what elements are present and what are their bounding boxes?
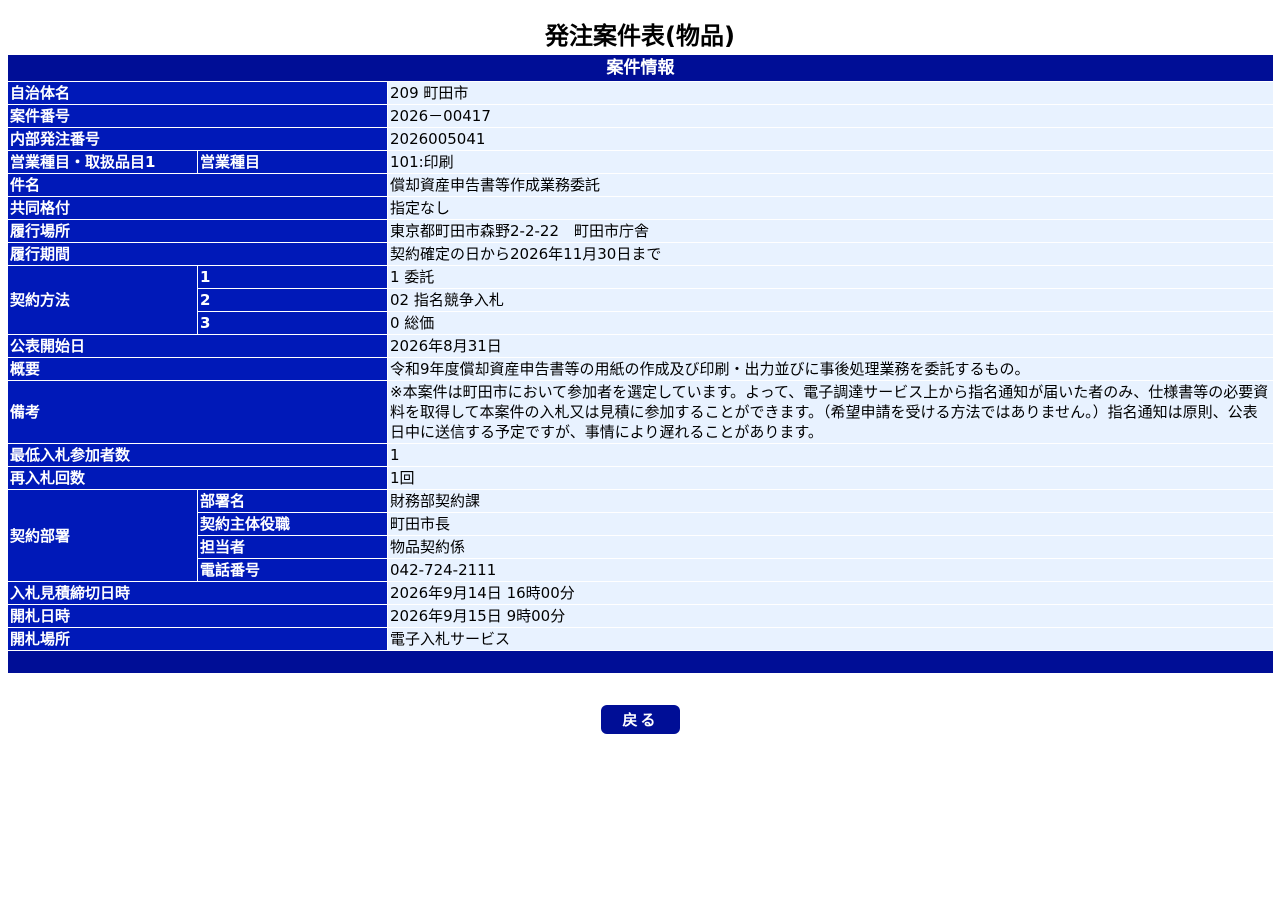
row-value-kohyo: 2026年8月31日 <box>386 334 1275 358</box>
row-value-sainyusatsu: 1回 <box>386 466 1275 490</box>
row-label-hoho: 契約方法 <box>7 265 198 335</box>
table-row: 自治体名 209 町田市 <box>7 81 1275 105</box>
row-label-sainyusatsu: 再入札回数 <box>7 466 388 490</box>
table-row: 3 0 総価 <box>8 311 1275 335</box>
table-row: 備考 ※本案件は町田市において参加者を選定しています。よって、電子調達サービス上… <box>7 380 1275 444</box>
table-row: 再入札回数 1回 <box>7 466 1275 490</box>
table-header-row: 案件情報 <box>6 54 1275 82</box>
row-label-naibu-bango: 内部発注番号 <box>7 127 388 151</box>
row-label-gaiyo: 概要 <box>7 357 388 381</box>
table-row: 2 02 指名競争入札 <box>8 288 1275 312</box>
busho-value-1: 財務部契約課 <box>386 489 1275 513</box>
section-header: 案件情報 <box>6 54 1275 82</box>
busho-value-4: 042-724-2111 <box>386 558 1275 582</box>
case-info-table: 案件情報 自治体名 209 町田市 案件番号 2026－00417 内部発注番号… <box>6 54 1275 674</box>
row-label-jichitai: 自治体名 <box>7 81 388 105</box>
row-value-naibu-bango: 2026005041 <box>386 127 1275 151</box>
row-sublabel-eigyo: 営業種目 <box>197 150 388 174</box>
row-value-jichitai: 209 町田市 <box>386 81 1275 105</box>
row-value-eigyo: 101:印刷 <box>386 150 1275 174</box>
busho-sublabel-4: 電話番号 <box>197 558 388 582</box>
table-row: 内部発注番号 2026005041 <box>7 127 1275 151</box>
row-value-kaisatsu-basho: 電子入札サービス <box>386 627 1275 651</box>
table-row: 案件番号 2026－00417 <box>7 104 1275 128</box>
table-row: 共同格付 指定なし <box>7 196 1275 220</box>
table-row: 契約主体役職 町田市長 <box>8 512 1275 536</box>
row-value-basho: 東京都町田市森野2-2-22 町田市庁舎 <box>386 219 1275 243</box>
busho-sublabel-2: 契約主体役職 <box>197 512 388 536</box>
table-row: 入札見積締切日時 2026年9月14日 16時00分 <box>7 581 1275 605</box>
busho-value-3: 物品契約係 <box>386 535 1275 559</box>
table-row: 契約方法 1 1 委託 <box>7 265 1275 335</box>
table-row: 担当者 物品契約係 <box>8 535 1275 559</box>
table-row: 履行期間 契約確定の日から2026年11月30日まで <box>7 242 1275 266</box>
table-row: 最低入札参加者数 1 <box>7 443 1275 467</box>
row-value-gaiyo: 令和9年度償却資産申告書等の用紙の作成及び印刷・出力並びに事後処理業務を委託する… <box>386 357 1275 381</box>
row-value-biko: ※本案件は町田市において参加者を選定しています。よって、電子調達サービス上から指… <box>386 380 1275 444</box>
row-value-shimekiri: 2026年9月14日 16時00分 <box>386 581 1275 605</box>
table-row: 開札日時 2026年9月15日 9時00分 <box>7 604 1275 628</box>
row-label-kaisatsu-basho: 開札場所 <box>7 627 388 651</box>
row-label-eigyo: 営業種目・取扱品目1 <box>7 150 198 174</box>
hoho-value-1: 1 委託 <box>386 265 1275 289</box>
page: 発注案件表(物品) 案件情報 自治体名 209 町田市 案件番号 2026－00… <box>0 0 1280 900</box>
back-button[interactable]: 戻る <box>601 705 680 734</box>
busho-sublabel-1: 部署名 <box>197 489 388 513</box>
row-label-saitei: 最低入札参加者数 <box>7 443 388 467</box>
row-value-anken-bango: 2026－00417 <box>386 104 1275 128</box>
table-row: 電話番号 042-724-2111 <box>8 558 1275 582</box>
table-row: 履行場所 東京都町田市森野2-2-22 町田市庁舎 <box>7 219 1275 243</box>
row-label-kohyo: 公表開始日 <box>7 334 388 358</box>
hoho-value-2: 02 指名競争入札 <box>386 288 1275 312</box>
table-row: 概要 令和9年度償却資産申告書等の用紙の作成及び印刷・出力並びに事後処理業務を委… <box>7 357 1275 381</box>
table-row: 公表開始日 2026年8月31日 <box>7 334 1275 358</box>
page-title: 発注案件表(物品) <box>545 22 735 50</box>
row-label-kikan: 履行期間 <box>7 242 388 266</box>
table-row: 契約部署 部署名 財務部契約課 <box>7 489 1275 582</box>
table-row: 件名 償却資産申告書等作成業務委託 <box>7 173 1275 197</box>
hoho-no-3: 3 <box>197 311 388 335</box>
busho-value-2: 町田市長 <box>386 512 1275 536</box>
hoho-value-3: 0 総価 <box>386 311 1275 335</box>
row-label-kyodo: 共同格付 <box>7 196 388 220</box>
row-label-basho: 履行場所 <box>7 219 388 243</box>
table-footer-bar <box>6 650 1275 674</box>
row-label-kaisatsu-nichiji: 開札日時 <box>7 604 388 628</box>
row-label-shimekiri: 入札見積締切日時 <box>7 581 388 605</box>
row-label-kenmei: 件名 <box>7 173 388 197</box>
row-value-kaisatsu-nichiji: 2026年9月15日 9時00分 <box>386 604 1275 628</box>
row-value-kenmei: 償却資産申告書等作成業務委託 <box>386 173 1275 197</box>
table-row: 営業種目・取扱品目1 営業種目 101:印刷 <box>7 150 1275 174</box>
hoho-no-2: 2 <box>197 288 388 312</box>
row-value-kikan: 契約確定の日から2026年11月30日まで <box>386 242 1275 266</box>
row-label-anken-bango: 案件番号 <box>7 104 388 128</box>
table-footer-row <box>6 650 1275 674</box>
row-label-busho: 契約部署 <box>7 489 198 582</box>
hoho-no-1: 1 <box>197 265 388 289</box>
row-value-saitei: 1 <box>386 443 1275 467</box>
row-label-biko: 備考 <box>7 380 388 444</box>
table-row: 開札場所 電子入札サービス <box>7 627 1275 651</box>
row-value-kyodo: 指定なし <box>386 196 1275 220</box>
busho-sublabel-3: 担当者 <box>197 535 388 559</box>
